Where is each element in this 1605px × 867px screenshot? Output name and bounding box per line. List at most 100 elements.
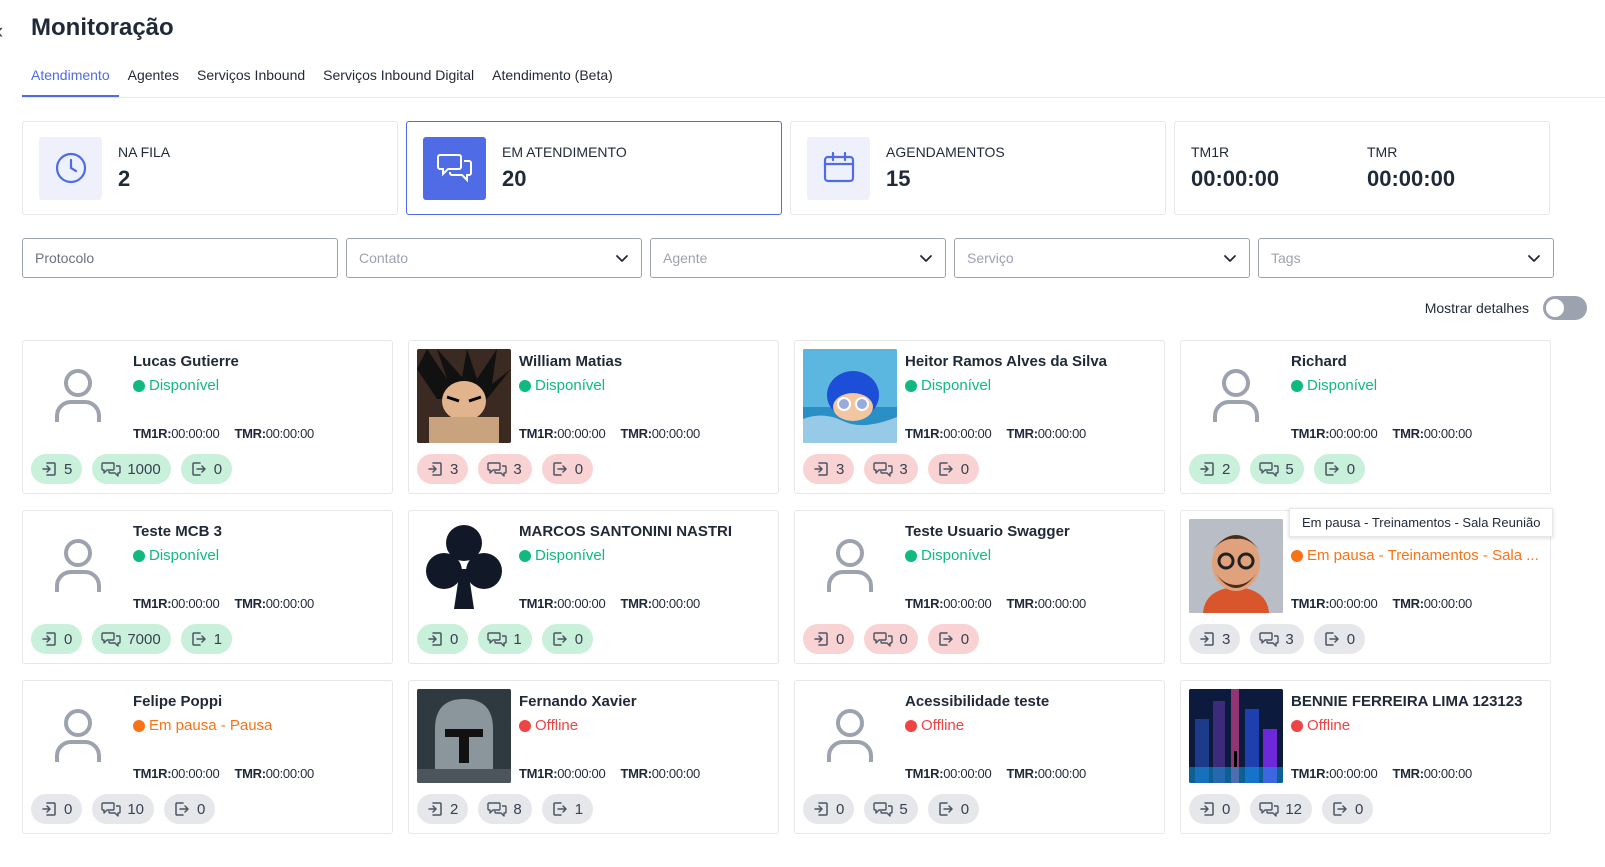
logout-icon (1331, 800, 1349, 818)
tm1r-label: TM1R: (133, 766, 172, 781)
exited-count-pill[interactable]: 0 (541, 454, 594, 484)
count-value: 0 (197, 800, 206, 818)
conversations-count-pill[interactable]: 1 (478, 624, 532, 654)
tab-servicos-inbound[interactable]: Serviços Inbound (188, 60, 314, 97)
exited-count-pill[interactable]: 1 (180, 624, 233, 654)
agent-counters: 3 3 0 (1189, 624, 1366, 654)
avatar (803, 689, 897, 783)
conversations-count-pill[interactable]: 3 (1250, 624, 1304, 654)
tmr-label: TMR: (1006, 766, 1038, 781)
tm1r-value: 00:00:00 (171, 426, 220, 441)
exited-count-pill[interactable]: 0 (1313, 624, 1366, 654)
protocolo-input[interactable]: Protocolo (22, 238, 338, 278)
stat-card-in-service[interactable]: EM ATENDIMENTO 20 (406, 121, 782, 215)
entered-count-pill[interactable]: 0 (803, 624, 855, 654)
tmr-label: TMR: (620, 426, 652, 441)
exited-count-pill[interactable]: 0 (164, 794, 216, 824)
exited-count-pill[interactable]: 0 (180, 454, 233, 484)
stat-card-queue[interactable]: NA FILA 2 (22, 121, 398, 215)
agent-card[interactable]: Teste MCB 3 Disponível TM1R:00:00:00 TMR:00… (22, 510, 393, 664)
entered-count-pill[interactable]: 5 (31, 454, 83, 484)
details-toggle-switch[interactable] (1543, 296, 1587, 320)
status-text: Disponível (921, 547, 992, 564)
logout-icon (551, 630, 569, 648)
contato-select[interactable]: Contato (346, 238, 642, 278)
entered-count-pill[interactable]: 3 (803, 454, 855, 484)
entered-count-pill[interactable]: 0 (803, 794, 855, 824)
agent-status: Disponível (519, 547, 605, 564)
tmr-label: TMR: (1392, 596, 1424, 611)
exited-count-pill[interactable]: 0 (927, 454, 980, 484)
tm1r-value: 00:00:00 (1329, 766, 1378, 781)
exited-count-pill[interactable]: 0 (541, 624, 594, 654)
conversations-count-pill[interactable]: 1000 (92, 454, 171, 484)
tab-servicos-inbound-digital[interactable]: Serviços Inbound Digital (314, 60, 483, 97)
agent-card[interactable]: Richard Disponível TM1R:00:00:00 TMR:00:00:… (1180, 340, 1551, 494)
entered-count-pill[interactable]: 0 (1189, 794, 1241, 824)
agent-card[interactable]: MARCOS SANTONINI NASTRI Disponível TM1R:00… (408, 510, 779, 664)
agent-card[interactable]: Acessibilidade teste Offline TM1R:00:00:00… (794, 680, 1165, 834)
entered-count-pill[interactable]: 0 (31, 624, 83, 654)
conversations-count-pill[interactable]: 5 (1250, 454, 1304, 484)
back-chevron-icon[interactable]: ‹ (0, 18, 3, 44)
count-value: 0 (836, 800, 845, 818)
tmr-value: 00:00:00 (1037, 596, 1087, 611)
exited-count-pill[interactable]: 0 (1313, 454, 1366, 484)
conversations-count-pill[interactable]: 3 (478, 454, 532, 484)
entered-count-pill[interactable]: 0 (417, 624, 469, 654)
tm1r-value: 00:00:00 (943, 596, 992, 611)
entered-count-pill[interactable]: 2 (1189, 454, 1241, 484)
status-text: Disponível (535, 547, 606, 564)
tmr-label: TMR: (620, 766, 652, 781)
tmr-label: TMR: (1006, 426, 1038, 441)
conversations-count-pill[interactable]: 10 (92, 794, 155, 824)
conversations-count-pill[interactable]: 3 (864, 454, 918, 484)
exited-count-pill[interactable]: 1 (541, 794, 594, 824)
tab-atendimento[interactable]: Atendimento (22, 60, 119, 97)
conversations-count-pill[interactable]: 12 (1250, 794, 1313, 824)
conversations-count-pill[interactable]: 5 (864, 794, 918, 824)
avatar (417, 519, 511, 613)
exited-count-pill[interactable]: 0 (1322, 794, 1374, 824)
login-icon (40, 800, 58, 818)
agent-status: Disponível (905, 547, 991, 564)
login-icon (40, 460, 58, 478)
status-dot-icon (133, 719, 145, 732)
status-text: Offline (535, 717, 579, 734)
agent-name: MARCOS SANTONINI NASTRI (519, 523, 733, 540)
agent-times: TM1R:00:00:00 TMR:00:00:00 (519, 596, 700, 611)
agent-card[interactable]: Lucas Gutierre Disponível TM1R:00:00:00 TMR… (22, 340, 393, 494)
agent-card[interactable]: Felipe Poppi Em pausa - Pausa TM1R:00:00:0… (22, 680, 393, 834)
agent-card[interactable]: Fernando Xavier Offline TM1R:00:00:00 TMR:0… (408, 680, 779, 834)
entered-count-pill[interactable]: 0 (31, 794, 83, 824)
agent-card[interactable]: Teste Usuario Swagger Disponível TM1R:00:0… (794, 510, 1165, 664)
status-tooltip: Em pausa - Treinamentos - Sala Reunião (1289, 508, 1554, 537)
chevron-down-icon (919, 251, 933, 265)
agent-card[interactable]: BENNIE FERREIRA LIMA 123123 Offline TM1R:0… (1180, 680, 1551, 834)
exited-count-pill[interactable]: 0 (927, 624, 980, 654)
conversations-count-pill[interactable]: 8 (478, 794, 532, 824)
agente-select[interactable]: Agente (650, 238, 946, 278)
conversations-count-pill[interactable]: 0 (864, 624, 918, 654)
status-text: Disponível (1307, 377, 1378, 394)
servico-select[interactable]: Serviço (954, 238, 1250, 278)
status-dot-icon (133, 379, 145, 392)
entered-count-pill[interactable]: 3 (1189, 624, 1241, 654)
exited-count-pill[interactable]: 0 (927, 794, 980, 824)
stat-card-schedules[interactable]: AGENDAMENTOS 15 (790, 121, 1166, 215)
count-value: 0 (1346, 460, 1356, 478)
agent-status: Offline (1291, 717, 1350, 734)
tmr-value: 00:00:00 (651, 596, 701, 611)
entered-count-pill[interactable]: 2 (417, 794, 469, 824)
agent-times: TM1R:00:00:00 TMR:00:00:00 (133, 766, 314, 781)
avatar (1189, 689, 1283, 783)
tags-select[interactable]: Tags (1258, 238, 1554, 278)
tmr-value: 00:00:00 (651, 766, 701, 781)
agent-card[interactable]: Heitor Ramos Alves da Silva Disponível TM1… (794, 340, 1165, 494)
tab-agentes[interactable]: Agentes (119, 60, 188, 97)
tab-atendimento-beta[interactable]: Atendimento (Beta) (483, 60, 622, 97)
entered-count-pill[interactable]: 3 (417, 454, 469, 484)
conversations-count-pill[interactable]: 7000 (92, 624, 171, 654)
agent-name: William Matias (519, 353, 623, 370)
agent-card[interactable]: William Matias Disponível TM1R:00:00:00 TMR… (408, 340, 779, 494)
